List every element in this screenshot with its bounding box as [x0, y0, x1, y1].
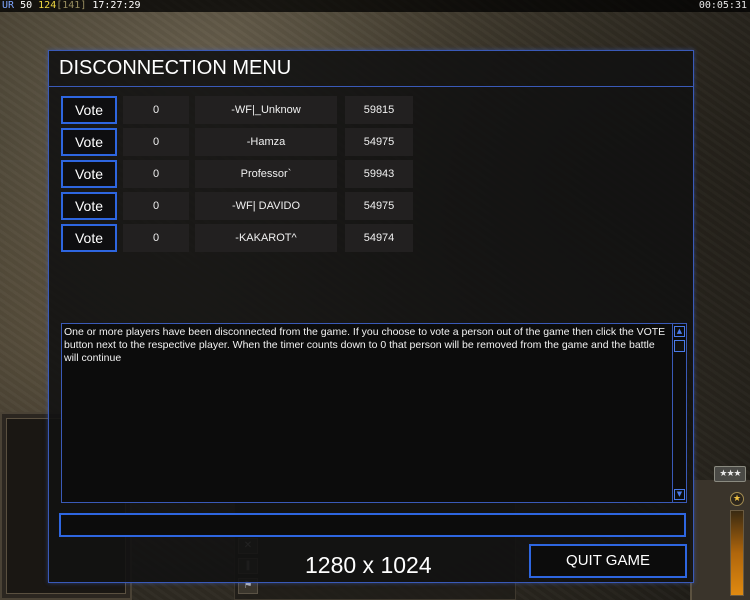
top-hud-bar: UR 50 124[141] 17:27:29 00:05:31: [0, 0, 750, 12]
quit-game-button[interactable]: QUIT GAME: [529, 544, 687, 578]
hud-stats: UR 50 124[141] 17:27:29: [2, 0, 141, 12]
hud-value-3: 141: [62, 0, 81, 11]
player-timer: 54975: [345, 128, 413, 156]
vote-count: 0: [123, 224, 189, 252]
player-timer: 59815: [345, 96, 413, 124]
scroll-down-icon[interactable]: ▼: [674, 489, 685, 500]
hud-value-1: 50: [20, 0, 33, 11]
resource-gauge: [730, 510, 744, 596]
vote-button[interactable]: Vote: [61, 224, 117, 252]
player-timer: 54975: [345, 192, 413, 220]
player-name: -WF| DAVIDO: [195, 192, 337, 220]
message-box: One or more players have been disconnect…: [61, 323, 687, 503]
resolution-label: 1280 x 1024: [305, 552, 432, 578]
hud-value-2: 124: [38, 0, 57, 11]
chat-input[interactable]: [59, 513, 686, 537]
vote-count: 0: [123, 160, 189, 188]
vote-count: 0: [123, 96, 189, 124]
vote-button[interactable]: Vote: [61, 192, 117, 220]
dialog-title-bar: DISCONNECTION MENU: [49, 51, 693, 87]
disconnect-message: One or more players have been disconnect…: [64, 326, 666, 364]
vote-count: 0: [123, 128, 189, 156]
hud-clock: 17:27:29: [92, 0, 141, 11]
vote-button[interactable]: Vote: [61, 128, 117, 156]
vote-count: 0: [123, 192, 189, 220]
player-name: -KAKAROT^: [195, 224, 337, 252]
disconnection-dialog: DISCONNECTION MENU Vote 0 -WF|_Unknow 59…: [48, 50, 694, 583]
dialog-title: DISCONNECTION MENU: [59, 57, 292, 79]
vote-button[interactable]: Vote: [61, 160, 117, 188]
vote-button[interactable]: Vote: [61, 96, 117, 124]
hud-bracket-close: ]: [80, 0, 87, 11]
rank-badge: ★★★: [714, 466, 746, 482]
hud-mode: UR: [2, 0, 15, 11]
gauge-star-icon: ★: [730, 492, 744, 506]
player-name: -Hamza: [195, 128, 337, 156]
player-name: Professor`: [195, 160, 337, 188]
match-timer: 00:05:31: [698, 0, 747, 11]
player-name: -WF|_Unknow: [195, 96, 337, 124]
player-timer: 54974: [345, 224, 413, 252]
scroll-thumb[interactable]: [674, 340, 685, 352]
message-scrollbar[interactable]: ▲ ▼: [672, 324, 686, 502]
scroll-up-icon[interactable]: ▲: [674, 326, 685, 337]
player-timer: 59943: [345, 160, 413, 188]
